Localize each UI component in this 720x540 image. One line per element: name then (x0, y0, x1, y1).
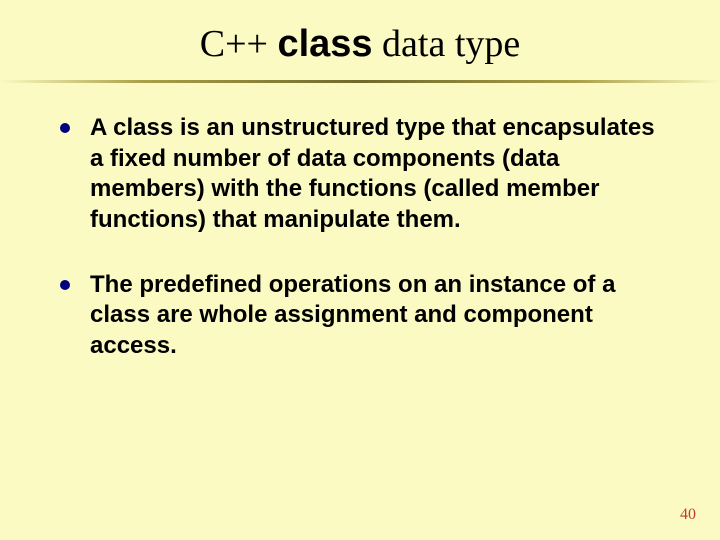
bullet-item: A class is an unstructured type that enc… (60, 113, 660, 236)
bullet-icon (60, 123, 70, 133)
title-part-class: class (277, 23, 372, 65)
bullet-text: A class is an unstructured type that enc… (90, 113, 660, 236)
title-part-3: data type (373, 23, 521, 65)
slide-number: 40 (680, 506, 696, 524)
bullet-item: The predefined operations on an instance… (60, 270, 660, 362)
content-area: A class is an unstructured type that enc… (0, 83, 720, 362)
title-part-1: C++ (200, 23, 278, 65)
slide-title: C++ class data type (0, 0, 720, 66)
bullet-icon (60, 280, 70, 290)
bullet-text: The predefined operations on an instance… (90, 270, 660, 362)
